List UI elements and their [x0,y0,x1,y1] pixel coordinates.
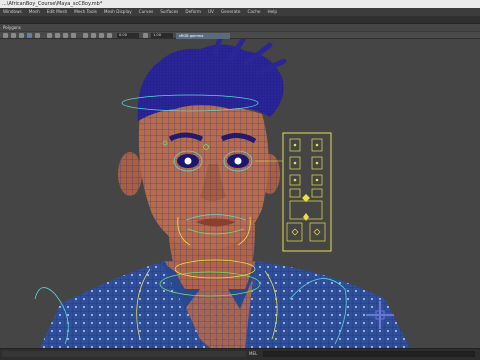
gamma-field[interactable]: 1.00 [151,33,173,38]
exposure-icon[interactable] [107,33,112,38]
xray-icon[interactable] [83,33,88,38]
head-mesh [138,104,269,251]
camera-icon[interactable] [19,33,24,38]
command-line-bar: MEL [0,348,480,360]
texture-icon[interactable] [63,33,68,38]
menu-edit-mesh[interactable]: Edit Mesh [47,8,67,16]
menu-uv[interactable]: UV [208,8,214,16]
shelf-tab[interactable]: Polygons [0,24,480,31]
menu-bar: Windows Mesh Edit Mesh Mesh Tools Mesh D… [0,8,480,16]
window-title-bar: ...\AfricanBoy_Course\Maya_scC8oy.mb* [0,0,480,8]
mel-command-input[interactable] [263,351,475,357]
snap-icon[interactable] [11,33,16,38]
exposure-field[interactable]: 0.00 [117,33,139,38]
menu-help[interactable]: Help [267,8,277,16]
menu-surfaces[interactable]: Surfaces [160,8,178,16]
menu-cache[interactable]: Cache [247,8,260,16]
menu-deform[interactable]: Deform [185,8,201,16]
3d-viewport[interactable] [0,39,480,348]
status-output-field [2,351,246,357]
menu-mesh[interactable]: Mesh [29,8,40,16]
gamma-icon[interactable] [143,33,148,38]
shelf-tab-label: Polygons [3,25,21,30]
menu-generate[interactable]: Generate [221,8,241,16]
window-title: ...\AfricanBoy_Course\Maya_scC8oy.mb* [2,1,103,7]
isolate-icon[interactable] [91,33,96,38]
mel-label: MEL [249,351,258,356]
grid-toggle-icon[interactable] [99,33,104,38]
viewport-render [34,39,410,348]
colorspace-dropdown[interactable]: sRGB gamma [176,32,230,39]
shading-icon[interactable] [35,33,40,38]
viewport-toolbar: 0.00 1.00 sRGB gamma [0,31,480,39]
smooth-shade-icon[interactable] [55,33,60,38]
viewport-select-icon[interactable] [3,33,8,38]
lighting-icon[interactable] [71,33,76,38]
status-line [0,16,480,24]
grid-icon[interactable] [27,33,32,38]
menu-mesh-display[interactable]: Mesh Display [104,8,132,16]
menu-windows[interactable]: Windows [3,8,22,16]
wireframe-icon[interactable] [47,33,52,38]
menu-mesh-tools[interactable]: Mesh Tools [74,8,97,16]
menu-curves[interactable]: Curves [139,8,154,16]
